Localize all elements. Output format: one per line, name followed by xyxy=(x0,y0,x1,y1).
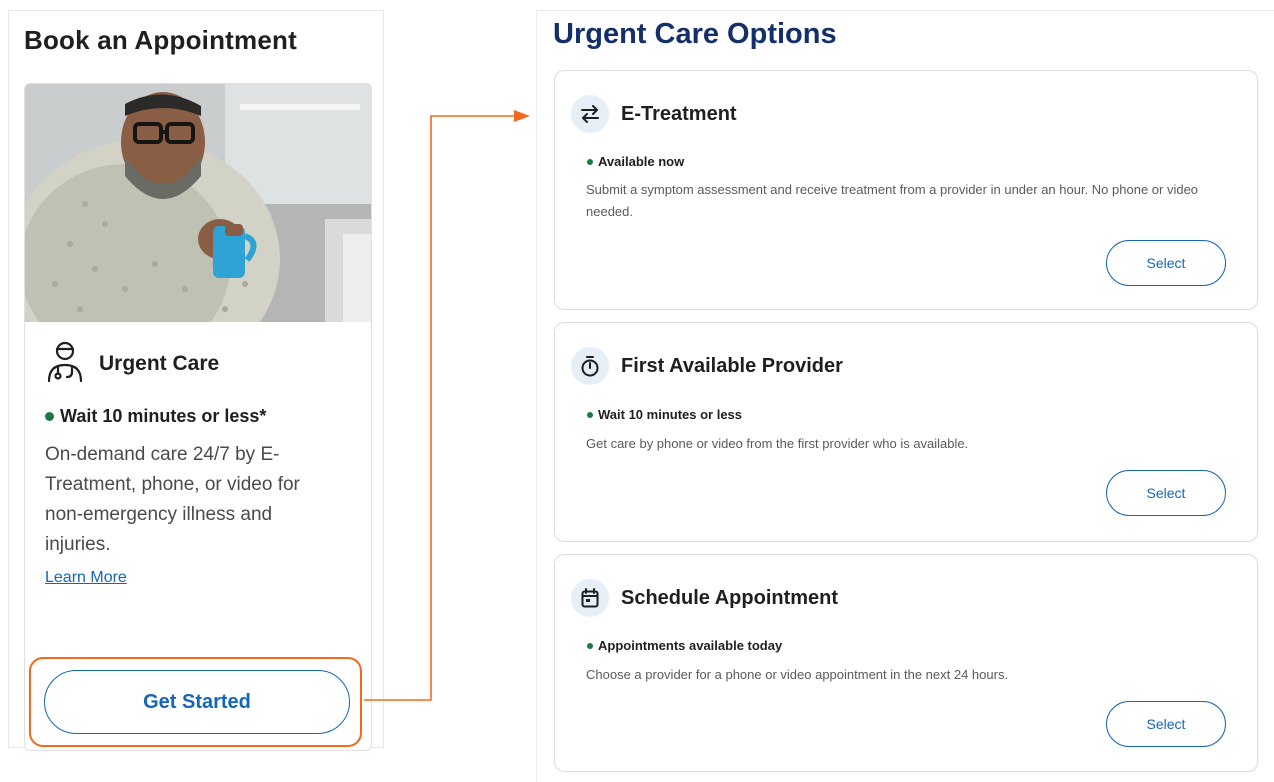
option-schedule-appointment[interactable]: Schedule Appointment Appointments availa… xyxy=(554,554,1258,772)
status-dot-icon xyxy=(587,642,593,649)
patient-photo xyxy=(25,84,371,322)
urgent-care-card: Urgent Care Wait 10 minutes or less* On-… xyxy=(24,83,372,751)
service-description: On-demand care 24/7 by E-Treatment, phon… xyxy=(45,444,300,555)
select-first-available-button[interactable]: Select xyxy=(1106,470,1226,516)
status-dot-icon xyxy=(45,412,54,421)
option-status: Appointments available today xyxy=(587,638,782,653)
wait-time-status: Wait 10 minutes or less* xyxy=(45,406,266,427)
options-title: Urgent Care Options xyxy=(553,18,837,50)
option-header: First Available Provider xyxy=(571,347,843,385)
status-dot-icon xyxy=(587,158,593,165)
option-description: Submit a symptom assessment and receive … xyxy=(586,182,1199,219)
option-status-text: Appointments available today xyxy=(598,638,783,653)
option-status-text: Wait 10 minutes or less xyxy=(598,407,743,422)
stopwatch-icon xyxy=(571,347,609,385)
option-title: Schedule Appointment xyxy=(621,586,839,609)
wait-time-text: Wait 10 minutes or less* xyxy=(60,406,267,426)
status-dot-icon xyxy=(587,411,593,418)
option-title: First Available Provider xyxy=(621,354,843,377)
option-header: E-Treatment xyxy=(571,95,737,133)
book-appointment-panel: Book an Appointment Urgent Care Wait 10 … xyxy=(8,10,384,751)
option-description: Get care by phone or video from the firs… xyxy=(586,436,969,451)
option-header: Schedule Appointment xyxy=(571,579,838,617)
select-schedule-button[interactable]: Select xyxy=(1106,701,1226,747)
option-title: E-Treatment xyxy=(621,102,737,125)
option-status-text: Available now xyxy=(598,154,685,169)
select-e-treatment-button[interactable]: Select xyxy=(1106,240,1226,286)
option-status: Available now xyxy=(587,154,684,169)
get-started-button[interactable]: Get Started xyxy=(44,670,350,734)
learn-more-link[interactable]: Learn More xyxy=(45,569,127,587)
doctor-icon xyxy=(45,339,85,388)
option-description: Choose a provider for a phone or video a… xyxy=(586,667,1009,682)
calendar-icon xyxy=(571,579,609,617)
option-e-treatment[interactable]: E-Treatment Available now Submit a sympt… xyxy=(554,70,1258,310)
swap-arrows-icon xyxy=(571,95,609,133)
service-title: Urgent Care xyxy=(99,351,220,375)
option-status: Wait 10 minutes or less xyxy=(587,407,742,422)
panel-title: Book an Appointment xyxy=(24,25,297,55)
option-first-available-provider[interactable]: First Available Provider Wait 10 minutes… xyxy=(554,322,1258,542)
service-header: Urgent Care xyxy=(45,339,219,388)
